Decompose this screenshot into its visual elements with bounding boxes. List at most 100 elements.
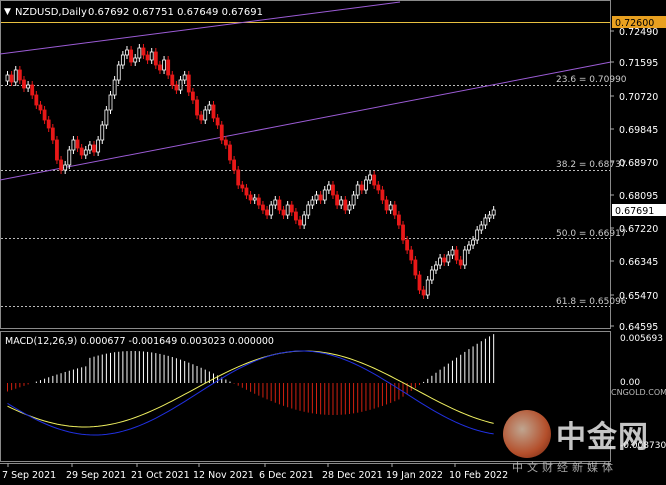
symbol-header: ▼ NZDUSD,Daily 0.67692 0.67751 0.67649 0…	[4, 7, 263, 18]
candle-body	[261, 204, 265, 211]
candle-body	[96, 139, 101, 153]
candle-body	[265, 209, 269, 216]
candle-body	[285, 204, 290, 216]
candle-body	[42, 109, 47, 121]
fib-label-382: 38.2 = 0.68737	[556, 160, 627, 170]
candle-body	[207, 104, 212, 111]
candle-body	[475, 229, 480, 241]
candle-body	[281, 209, 286, 216]
candle-body	[289, 204, 294, 213]
candle-body	[269, 204, 274, 216]
candle-body	[17, 69, 22, 81]
macd-tick-label: 0.005693	[620, 334, 663, 344]
candle-body	[38, 104, 43, 111]
candle-body	[458, 259, 463, 266]
candle-body	[293, 211, 298, 221]
dropdown-triangle-icon[interactable]: ▼	[4, 7, 11, 17]
candle-body	[256, 197, 261, 206]
candle-body	[120, 54, 125, 66]
candle-body	[483, 217, 488, 226]
date-tick-label: 6 Dec 2021	[259, 470, 314, 481]
date-tick-label: 7 Sep 2021	[2, 470, 56, 481]
macd-main-line	[7, 350, 494, 436]
candlestick-series	[5, 44, 496, 299]
date-tick-label: 21 Oct 2021	[131, 470, 190, 481]
candle-body	[384, 199, 389, 211]
candle-body	[335, 194, 340, 206]
candle-body	[434, 264, 438, 271]
candle-body	[59, 159, 63, 171]
candle-body	[162, 59, 166, 71]
date-tick-label: 29 Sep 2021	[66, 470, 126, 481]
candle-body	[141, 47, 146, 56]
candle-body	[30, 84, 35, 96]
candle-body	[396, 214, 401, 226]
candle-body	[491, 209, 496, 216]
candle-body	[479, 224, 484, 231]
candle-body	[92, 144, 96, 153]
candle-body	[401, 224, 405, 241]
candle-body	[178, 79, 183, 91]
candle-body	[228, 144, 232, 161]
current-price-tag: 0.67691	[612, 204, 666, 217]
candle-body	[318, 194, 323, 201]
candle-body	[236, 169, 241, 186]
channel-lower-line[interactable]	[0, 61, 612, 181]
candle-body	[133, 57, 138, 63]
candle-body	[145, 54, 150, 61]
candle-body	[55, 139, 59, 161]
candle-body	[75, 139, 80, 149]
candle-body	[339, 199, 344, 206]
candle-body	[364, 179, 368, 191]
date-tick-label: 28 Dec 2021	[322, 470, 383, 481]
candle-body	[277, 199, 282, 211]
candle-body	[446, 254, 451, 263]
candle-body	[100, 124, 105, 141]
candle-body	[347, 204, 352, 211]
price-tick-label: 0.68095	[619, 191, 658, 202]
price-pane-frame	[0, 0, 611, 329]
candle-body	[79, 147, 84, 156]
fib-label-236: 23.6 = 0.70990	[556, 75, 627, 85]
candle-body	[182, 74, 187, 81]
price-tick-label: 0.64595	[619, 322, 658, 333]
candle-body	[137, 47, 142, 59]
candle-body	[425, 279, 430, 296]
highlight-price-label: 0.72600	[615, 18, 654, 29]
candle-body	[298, 219, 302, 226]
candle-body	[376, 184, 381, 191]
candle-body	[166, 59, 171, 76]
price-tick-label: 0.68970	[619, 158, 658, 169]
candle-body	[355, 184, 360, 196]
candle-body	[380, 189, 385, 201]
candle-body	[302, 214, 307, 226]
candle-body	[104, 109, 109, 126]
candle-body	[46, 119, 51, 129]
candle-body	[306, 204, 311, 216]
candle-body	[372, 174, 377, 186]
candle-body	[413, 259, 418, 276]
candle-body	[409, 249, 414, 261]
candle-body	[388, 204, 393, 211]
candle-body	[112, 79, 117, 96]
candle-body	[203, 109, 208, 121]
date-tick-label: 12 Nov 2021	[193, 470, 254, 481]
macd-header: MACD(12,26,9) 0.000677 -0.001649 0.00302…	[5, 336, 274, 347]
candle-body	[359, 184, 364, 191]
candle-body	[88, 144, 92, 151]
price-tick-label: 0.70720	[619, 92, 658, 103]
candle-body	[83, 149, 88, 156]
candle-body	[195, 99, 199, 116]
candle-body	[125, 49, 129, 56]
price-tick-label: 0.71595	[619, 58, 658, 69]
candle-body	[153, 51, 158, 66]
candle-body	[199, 114, 204, 121]
candle-body	[223, 139, 228, 146]
candle-body	[116, 64, 121, 81]
candle-body	[322, 189, 327, 201]
candle-body	[9, 74, 14, 83]
date-tick-label: 19 Jan 2022	[386, 470, 443, 481]
candle-body	[63, 164, 68, 171]
candle-body	[421, 289, 426, 296]
candle-body	[438, 257, 443, 266]
